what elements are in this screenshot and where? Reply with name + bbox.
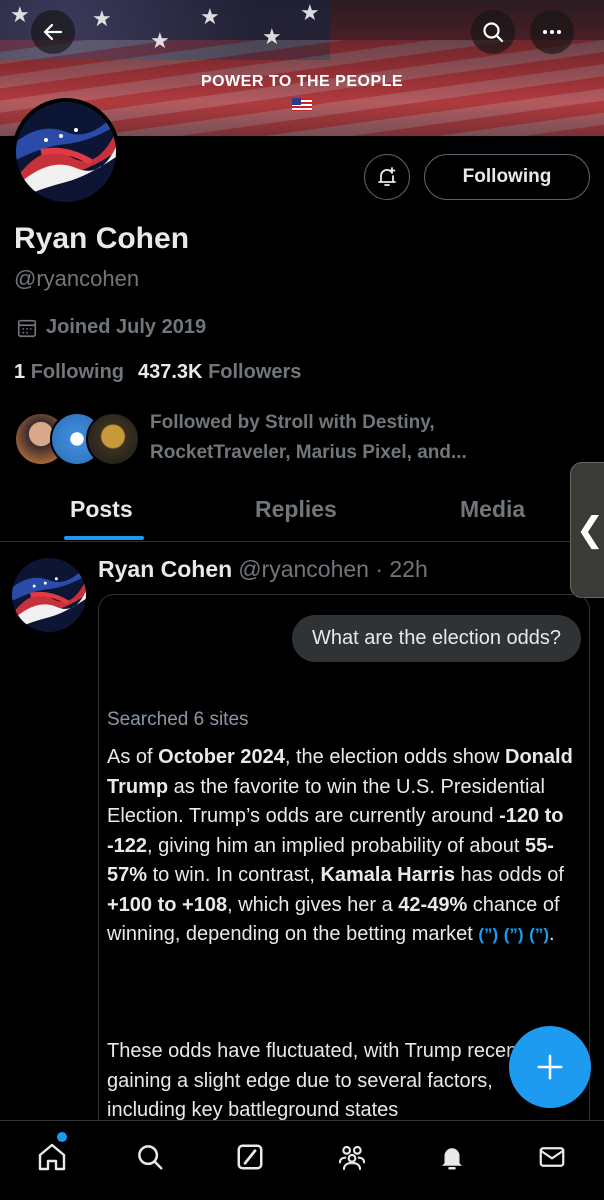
mail-icon [539, 1147, 565, 1167]
banner-star-icon: ★ [150, 28, 170, 53]
tab-media[interactable]: Media [460, 496, 525, 523]
nav-notifications[interactable] [430, 1135, 474, 1179]
followers-stat[interactable]: 437.3K Followers [138, 361, 301, 384]
search-button[interactable] [471, 10, 515, 54]
arrow-left-icon [43, 23, 63, 41]
nav-grok[interactable] [228, 1135, 272, 1179]
follow-stats: 1 Following 437.3K Followers [14, 361, 301, 384]
back-button[interactable] [31, 10, 75, 54]
flag-art-avatar-icon [16, 102, 116, 202]
nav-home[interactable] [30, 1135, 74, 1179]
banner-star-icon: ★ [200, 4, 220, 29]
answer-paragraph: As of October 2024, the election odds sh… [107, 746, 573, 945]
banner-star-icon: ★ [92, 6, 112, 31]
side-panel-handle[interactable]: ❮ [570, 462, 604, 598]
more-horizontal-icon [543, 30, 561, 34]
unread-dot [57, 1132, 67, 1142]
compose-button[interactable] [509, 1026, 591, 1108]
tab-posts[interactable]: Posts [70, 496, 133, 523]
profile-name: Ryan Cohen [14, 222, 190, 255]
search-icon [138, 1145, 163, 1170]
following-button[interactable]: Following [424, 154, 590, 200]
followed-by-line: Followed by Stroll with Destiny, [150, 412, 435, 433]
more-button[interactable] [530, 10, 574, 54]
answer-paragraph-2: These odds have fluctuated, with Trump r… [107, 1040, 538, 1121]
following-stat[interactable]: 1 Following [14, 361, 124, 384]
profile-handle: @ryancohen [14, 266, 140, 291]
us-flag-icon [292, 98, 312, 111]
plus-icon [537, 1054, 563, 1080]
tab-replies[interactable]: Replies [255, 496, 337, 523]
bell-plus-icon [378, 167, 396, 186]
followers-count: 437.3K [138, 361, 203, 383]
searched-sites[interactable]: Searched 6 sites [107, 709, 249, 731]
active-tab-indicator [64, 536, 144, 540]
citation-icon[interactable]: (”) [504, 925, 524, 944]
profile-tabs: Posts Replies Media [0, 488, 604, 542]
joined-text: Joined July 2019 [46, 316, 207, 338]
post-author-name[interactable]: Ryan Cohen [98, 556, 232, 583]
citation-icon[interactable]: (”) [529, 925, 549, 944]
banner-star-icon: ★ [300, 0, 320, 25]
question-bubble: What are the election odds? [291, 615, 581, 662]
nav-search[interactable] [128, 1135, 172, 1179]
post-header: Ryan Cohen @ryancohen · 22h [98, 556, 428, 583]
followed-by-avatars[interactable] [14, 412, 140, 468]
bell-icon [442, 1148, 462, 1170]
followed-by-text[interactable]: Followed by Stroll with Destiny, RocketT… [150, 408, 550, 468]
bottom-navigation [0, 1120, 604, 1200]
following-count: 1 [14, 361, 26, 383]
profile-avatar[interactable] [12, 98, 120, 206]
citation-icon[interactable]: (”) [478, 925, 498, 944]
notifications-toggle-button[interactable] [364, 154, 410, 200]
flag-art-avatar-icon [12, 558, 86, 632]
avatar [86, 412, 140, 466]
post-meta: @ryancohen · 22h [238, 556, 428, 582]
banner-star-icon: ★ [10, 2, 30, 27]
communities-icon [338, 1145, 366, 1171]
followers-label: Followers [208, 361, 302, 383]
calendar-icon [17, 319, 37, 337]
following-label: Following [30, 361, 124, 383]
joined-date: Joined July 2019 [16, 316, 206, 339]
nav-messages[interactable] [530, 1135, 574, 1179]
nav-communities[interactable] [330, 1135, 374, 1179]
search-icon [483, 22, 504, 43]
home-icon [38, 1143, 66, 1171]
banner-title: POWER TO THE PEOPLE [200, 73, 404, 90]
banner-star-icon: ★ [262, 24, 282, 49]
grok-icon [237, 1144, 263, 1170]
followed-by-line: RocketTraveler, Marius Pixel, and... [150, 442, 467, 463]
post-avatar[interactable] [12, 558, 86, 632]
